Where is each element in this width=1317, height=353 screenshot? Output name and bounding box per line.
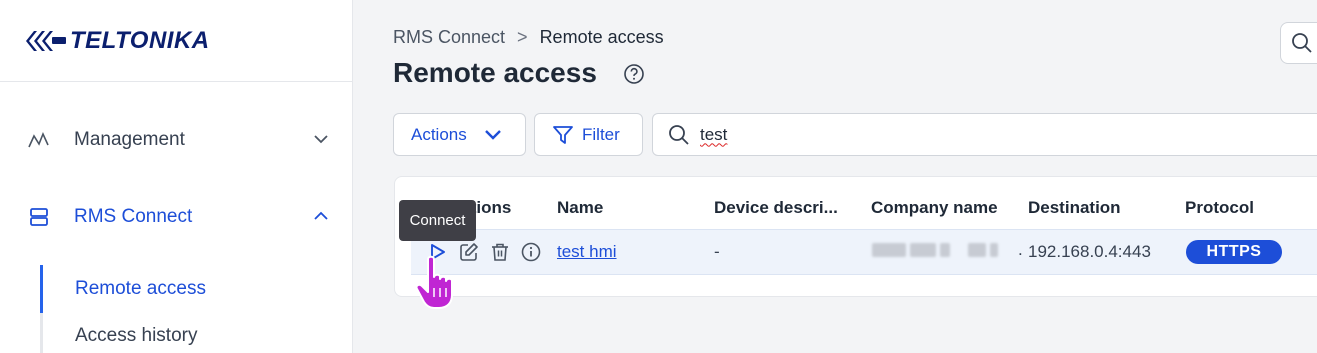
actions-label: Actions	[411, 124, 467, 144]
connect-tooltip: Connect	[399, 200, 476, 241]
row-name-link[interactable]: test hmi	[557, 242, 617, 262]
global-search-button[interactable]	[1280, 22, 1317, 64]
help-icon[interactable]	[622, 62, 646, 86]
breadcrumb-current: Remote access	[539, 27, 664, 47]
sidebar: TELTONIKA Management RMS Connect Remote …	[0, 0, 353, 353]
sidebar-item-label: Management	[74, 129, 185, 150]
sidebar-item-rms-connect[interactable]: RMS Connect	[0, 197, 352, 237]
activity-icon	[28, 129, 50, 151]
row-device-description: -	[714, 242, 720, 261]
trash-icon[interactable]	[489, 241, 511, 263]
table-row[interactable]	[411, 229, 1317, 275]
sidebar-subitem-remote-access[interactable]: Remote access	[75, 278, 206, 300]
hand-pointer-cursor-icon	[415, 255, 453, 309]
teltonika-logo-icon	[26, 30, 66, 51]
edit-icon[interactable]	[458, 241, 480, 263]
info-icon[interactable]	[520, 241, 542, 263]
column-header-protocol[interactable]: Protocol	[1185, 198, 1254, 218]
actions-dropdown[interactable]: Actions	[393, 113, 526, 156]
filter-icon	[553, 125, 573, 144]
chevron-down-icon	[314, 135, 328, 144]
row-company-name-suffix: .	[1018, 240, 1023, 259]
row-destination: 192.168.0.4:443	[1028, 242, 1151, 261]
search-input[interactable]: test	[652, 113, 1317, 156]
search-value: test	[700, 124, 728, 144]
breadcrumb-separator: >	[517, 27, 528, 47]
protocol-badge: HTTPS	[1186, 240, 1282, 264]
sidebar-item-management[interactable]: Management	[0, 120, 352, 160]
server-icon	[28, 206, 50, 228]
column-header-name[interactable]: Name	[557, 198, 603, 218]
page-title: Remote access	[393, 57, 597, 88]
submenu-active-indicator	[40, 265, 43, 313]
breadcrumb: RMS Connect > Remote access	[393, 27, 664, 48]
sidebar-item-label: RMS Connect	[74, 206, 193, 227]
breadcrumb-parent[interactable]: RMS Connect	[393, 27, 505, 48]
chevron-up-icon	[314, 211, 328, 220]
filter-button[interactable]: Filter	[534, 113, 643, 156]
row-company-name-redacted: .	[872, 240, 1023, 260]
column-header-device-description[interactable]: Device descri...	[714, 198, 838, 218]
search-icon	[669, 124, 689, 145]
column-header-company-name[interactable]: Company name	[871, 198, 998, 218]
chevron-down-icon	[484, 129, 501, 140]
sidebar-subitem-access-history[interactable]: Access history	[75, 325, 197, 347]
filter-label: Filter	[582, 124, 620, 144]
logo-text: TELTONIKA	[70, 26, 210, 54]
search-icon	[1292, 33, 1312, 53]
column-header-destination[interactable]: Destination	[1028, 198, 1121, 218]
logo[interactable]: TELTONIKA	[0, 0, 352, 82]
